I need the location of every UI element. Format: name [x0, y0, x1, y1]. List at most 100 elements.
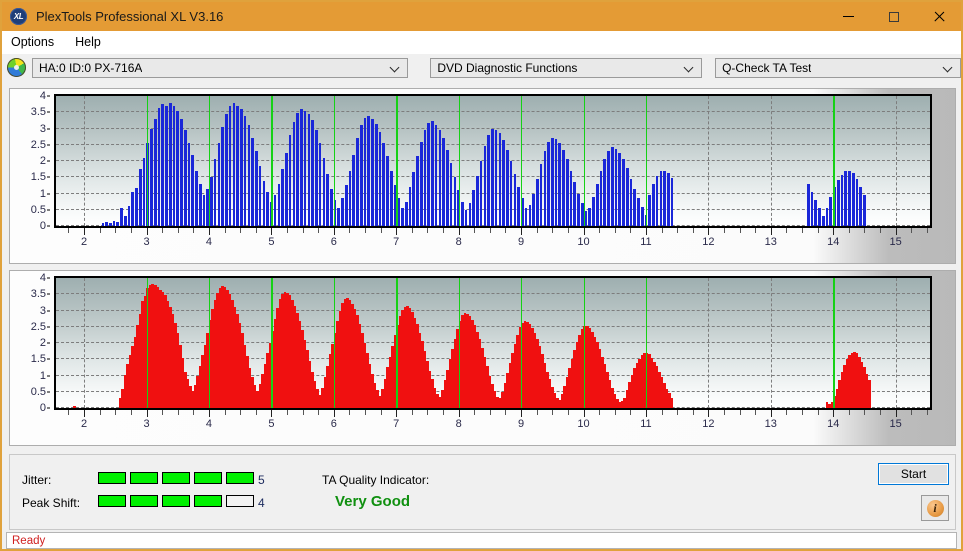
- x-axis-tick: [240, 410, 242, 415]
- x-axis-tick: [755, 228, 757, 233]
- menu-item-help[interactable]: Help: [73, 33, 110, 52]
- meter-segment: [130, 472, 158, 484]
- chart-bar: [356, 138, 359, 226]
- x-axis-tick: [708, 228, 710, 235]
- x-axis-tick: [411, 410, 413, 415]
- chart-bar: [337, 208, 341, 226]
- chart-bar: [363, 118, 367, 226]
- maximize-button[interactable]: [871, 2, 916, 31]
- x-axis-label: 15: [889, 418, 902, 430]
- chart-bar: [655, 175, 659, 226]
- x-axis-tick: [474, 410, 476, 415]
- jitter-meter: [98, 472, 254, 484]
- y-axis-tick: [47, 407, 50, 409]
- jitter-label: Jitter:: [22, 473, 52, 487]
- chart-bar: [550, 137, 554, 226]
- x-axis-tick: [567, 410, 569, 415]
- peak-shift-chart-inner: 0 0.5 1 1.5 2 2.5 3 3.5 4 2 3 4 5 6 7 8 9 10 11 12 13 14 15: [10, 271, 955, 445]
- x-axis-tick: [224, 410, 226, 415]
- chart-bar: [270, 201, 273, 226]
- info-button[interactable]: i: [921, 495, 949, 521]
- chart-bar: [277, 183, 281, 226]
- x-axis-tick: [708, 410, 710, 417]
- x-axis-label: 13: [764, 236, 777, 248]
- y-axis-label: 0.5: [30, 203, 46, 216]
- chart-bar: [378, 131, 382, 226]
- chart-bar: [863, 195, 866, 226]
- test-select[interactable]: Q-Check TA Test: [715, 57, 961, 78]
- chart-bar: [670, 177, 674, 226]
- chart-bar: [599, 170, 603, 226]
- x-axis-tick: [177, 410, 179, 415]
- chart-bar: [247, 125, 251, 226]
- chart-bar: [206, 188, 209, 226]
- chart-bar: [521, 198, 524, 226]
- close-button[interactable]: [916, 2, 961, 31]
- x-axis-label: 15: [889, 236, 902, 248]
- peak-shift-chart-x-axis: 2 3 4 5 6 7 8 9 10 11 12 13 14 15: [54, 410, 932, 440]
- chart-bar: [168, 103, 172, 226]
- ta-quality-value: Very Good: [335, 493, 411, 510]
- chart-bar: [157, 108, 161, 226]
- start-button[interactable]: Start: [878, 463, 949, 485]
- x-axis-label: 11: [640, 418, 652, 430]
- x-axis-label: 8: [455, 236, 462, 248]
- peak-shift-chart-y-axis: 0 0.5 1 1.5 2 2.5 3 3.5 4: [10, 272, 50, 414]
- xl-logo-icon: XL: [10, 8, 27, 25]
- y-axis-tick: [47, 342, 50, 344]
- x-axis-tick: [567, 228, 569, 233]
- minimize-button[interactable]: [826, 2, 871, 31]
- chart-bar: [135, 187, 138, 226]
- gridline-horizontal: [56, 374, 930, 376]
- chart-bar: [262, 180, 266, 226]
- x-axis-tick: [146, 410, 148, 417]
- gridline-vertical: [708, 96, 710, 226]
- y-axis-label: 2.5: [30, 138, 46, 151]
- chart-bar: [438, 130, 442, 226]
- chart-bar: [273, 195, 277, 226]
- x-axis-tick: [115, 410, 117, 415]
- chart-bar: [513, 174, 517, 226]
- x-axis-tick: [614, 410, 616, 415]
- y-axis-tick: [47, 111, 50, 113]
- chart-bar: [607, 150, 610, 226]
- x-axis-tick: [521, 228, 523, 235]
- chart-bar: [191, 154, 195, 226]
- meter-segment: [194, 495, 222, 507]
- x-axis-label: 13: [764, 418, 777, 430]
- chart-bar: [524, 208, 528, 226]
- chart-bar: [532, 193, 535, 226]
- chart-bar: [172, 105, 176, 226]
- chart-bar: [266, 191, 269, 226]
- chart-bar: [161, 104, 165, 226]
- peak-shift-meter: [98, 495, 254, 507]
- x-axis-tick: [255, 228, 257, 233]
- close-icon: [933, 11, 945, 23]
- chart-bar: [663, 170, 666, 226]
- chevron-down-icon: [685, 63, 694, 72]
- chart-bar: [213, 159, 217, 226]
- x-axis-tick: [817, 228, 819, 233]
- chart-bar: [221, 126, 224, 226]
- title-bar: XL PlexTools Professional XL V3.16: [2, 2, 961, 31]
- chart-bar: [296, 112, 299, 226]
- gridline-horizontal: [56, 293, 930, 295]
- x-axis-tick: [614, 228, 616, 233]
- menu-item-options[interactable]: Options: [9, 33, 63, 52]
- chart-bar: [434, 124, 438, 226]
- x-axis-tick: [443, 228, 445, 233]
- x-axis-tick: [911, 410, 913, 415]
- meter-segment: [130, 495, 158, 507]
- chart-bar: [195, 170, 198, 226]
- results-pane: Jitter: 5 Peak Shift: 4 TA Quality Indic…: [9, 454, 956, 530]
- chart-bar: [300, 109, 303, 226]
- status-text: Ready: [12, 534, 46, 547]
- function-select[interactable]: DVD Diagnostic Functions: [430, 57, 703, 78]
- chart-bar: [558, 143, 562, 226]
- chart-bar: [844, 171, 848, 226]
- x-axis-tick: [458, 228, 460, 235]
- chart-bar: [386, 156, 389, 226]
- gridline-horizontal: [56, 358, 930, 360]
- drive-select[interactable]: HA:0 ID:0 PX-716A: [32, 57, 409, 78]
- chart-bar: [479, 161, 483, 226]
